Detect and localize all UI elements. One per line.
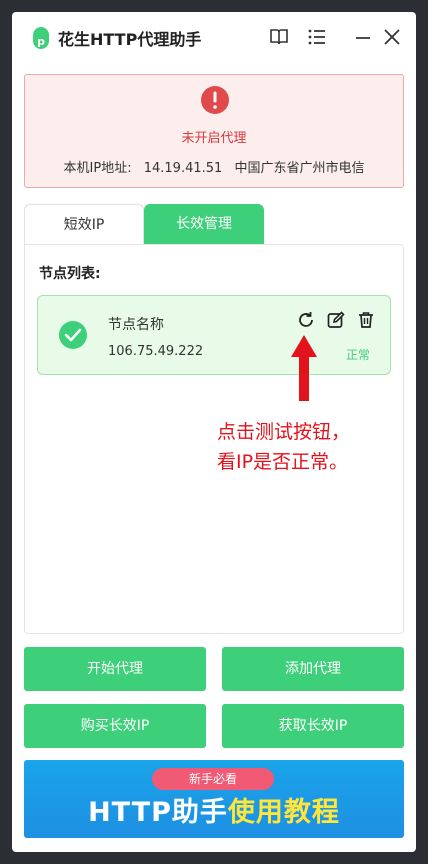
red-arrow-up-icon	[291, 335, 317, 401]
proxy-status-panel: 未开启代理 本机IP地址: 14.19.41.51 中国广东省广州市电信	[24, 74, 404, 188]
banner-badge: 新手必看	[152, 768, 274, 790]
tab-short-ip[interactable]: 短效IP	[24, 204, 144, 244]
ip-label: 本机IP地址:	[63, 161, 132, 176]
get-long-ip-button[interactable]: 获取长效IP	[222, 704, 404, 748]
add-proxy-button[interactable]: 添加代理	[222, 647, 404, 691]
minimize-icon[interactable]	[352, 26, 374, 48]
svg-text:p: p	[37, 35, 45, 48]
start-proxy-button[interactable]: 开始代理	[24, 647, 206, 691]
app-window: p 花生HTTP代理助手 未开启代理 本机IP地址: 14.19.41.51 中…	[12, 12, 416, 852]
node-name: 节点名称	[108, 317, 164, 333]
app-title: 花生HTTP代理助手	[58, 30, 202, 49]
annotation-line-2: 看IP是否正常。	[217, 451, 349, 473]
refresh-icon[interactable]	[296, 310, 316, 330]
banner-title-main: HTTP助手	[88, 797, 228, 828]
node-status-label: 正常	[345, 348, 370, 362]
close-icon[interactable]	[381, 26, 403, 48]
node-list-panel: 节点列表: 节点名称 106.75.49.222 正常 点击测试按钮， 看IP是…	[24, 244, 404, 634]
alert-icon	[201, 86, 229, 114]
ip-location: 中国广东省广州市电信	[234, 161, 365, 176]
edit-icon[interactable]	[326, 310, 346, 330]
check-circle-icon	[59, 321, 87, 349]
book-icon[interactable]	[268, 26, 290, 48]
peanut-logo-icon: p	[33, 27, 49, 49]
title-bar: p 花生HTTP代理助手	[12, 12, 416, 62]
menu-icon[interactable]	[306, 26, 328, 48]
local-ip-row: 本机IP地址: 14.19.41.51 中国广东省广州市电信	[25, 157, 403, 176]
ip-value: 14.19.41.51	[143, 161, 223, 176]
tutorial-banner[interactable]: 新手必看 HTTP助手使用教程	[24, 760, 404, 838]
proxy-status-text: 未开启代理	[181, 131, 247, 146]
node-ip: 106.75.49.222	[108, 344, 204, 359]
node-list-title: 节点列表:	[39, 266, 101, 282]
annotation-text: 点击测试按钮， 看IP是否正常。	[217, 417, 350, 477]
banner-title-highlight: 使用教程	[227, 797, 340, 828]
trash-icon[interactable]	[356, 310, 376, 330]
buy-long-ip-button[interactable]: 购买长效IP	[24, 704, 206, 748]
tab-long-management[interactable]: 长效管理	[144, 204, 264, 244]
node-card[interactable]: 节点名称 106.75.49.222 正常	[37, 295, 391, 375]
banner-title: HTTP助手使用教程	[24, 790, 404, 829]
annotation-line-1: 点击测试按钮，	[217, 421, 351, 443]
